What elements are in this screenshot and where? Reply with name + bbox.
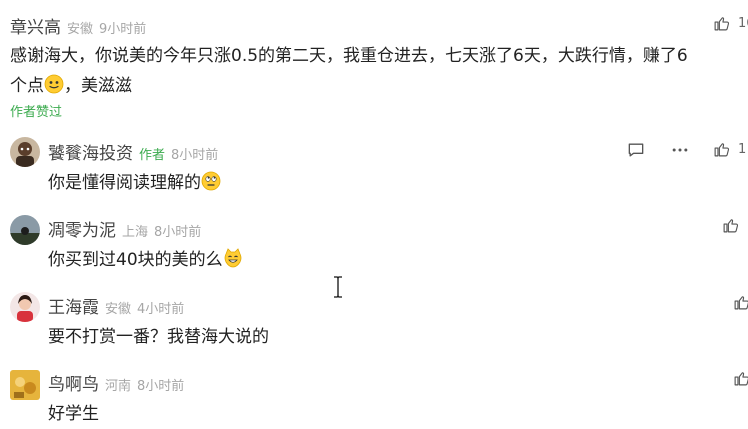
reply-like-button[interactable]: 1 bbox=[713, 141, 746, 158]
main-comment-text-part-a: 个点 bbox=[10, 76, 44, 96]
main-comment-username[interactable]: 章兴高 bbox=[10, 13, 61, 38]
reply-header: 王海霞 安徽 4小时前 bbox=[48, 293, 184, 318]
main-comment-text-part-b: ，美滋滋 bbox=[64, 76, 132, 96]
reply-text: 要不打赏一番？我替海大说的 bbox=[48, 327, 269, 347]
main-comment-text-line1: 感谢海大，你说美的今年只涨0.5的第二天，我重仓进去，七天涨了6天，大跌行情，赚… bbox=[10, 46, 688, 66]
reply-like-button[interactable] bbox=[733, 370, 748, 387]
reply-location: 上海 bbox=[122, 225, 149, 240]
avatar[interactable] bbox=[10, 137, 40, 167]
avatar-image-icon bbox=[10, 370, 40, 400]
reply-location: 河南 bbox=[105, 379, 132, 394]
avatar-image-icon bbox=[10, 215, 40, 245]
reply-username[interactable]: 饕餮海投资 bbox=[48, 139, 133, 164]
reply-like-button[interactable] bbox=[733, 294, 748, 311]
main-comment-text-line2: 个点 ，美滋滋 bbox=[10, 71, 748, 101]
avatar[interactable] bbox=[10, 292, 40, 322]
author-liked-tag: 作者赞过 bbox=[10, 105, 63, 120]
text-cursor-icon bbox=[334, 276, 342, 298]
main-comment-text: 感谢海大，你说美的今年只涨0.5的第二天，我重仓进去，七天涨了6天，大跌行情，赚… bbox=[10, 41, 748, 101]
cat-smile-emoji-icon bbox=[224, 248, 242, 268]
more-dots-icon[interactable] bbox=[670, 140, 690, 160]
reply-header: 凋零为泥 上海 8小时前 bbox=[48, 216, 201, 241]
thumbs-up-icon bbox=[714, 143, 730, 157]
reply-header: 饕餮海投资 作者 8小时前 bbox=[48, 139, 218, 164]
reply-like-button[interactable] bbox=[722, 217, 739, 234]
thumbs-up-icon bbox=[714, 17, 730, 31]
reply-text-content: 你是懂得阅读理解的 bbox=[48, 173, 201, 193]
rolling-eyes-emoji-icon bbox=[201, 171, 221, 191]
reply-like-count: 1 bbox=[738, 142, 747, 157]
smile-emoji-icon bbox=[44, 74, 64, 94]
avatar-image-icon bbox=[10, 137, 40, 167]
reply-text: 你是懂得阅读理解的 bbox=[48, 168, 221, 193]
reply-text-content: 你买到过40块的美的么 bbox=[48, 250, 223, 270]
reply-location: 安徽 bbox=[105, 302, 132, 317]
main-comment-like-button[interactable]: 16 bbox=[713, 15, 748, 32]
reply-time: 8小时前 bbox=[171, 148, 219, 163]
main-comment-time: 9小时前 bbox=[99, 22, 147, 37]
reply-username[interactable]: 凋零为泥 bbox=[48, 216, 116, 241]
reply-time: 8小时前 bbox=[154, 225, 202, 240]
reply-username[interactable]: 王海霞 bbox=[48, 293, 99, 318]
main-comment-header: 章兴高 安徽 9小时前 bbox=[10, 13, 146, 38]
avatar[interactable] bbox=[10, 215, 40, 245]
main-comment-like-count: 16 bbox=[738, 16, 748, 31]
avatar-image-icon bbox=[10, 292, 40, 322]
thumbs-up-icon bbox=[723, 219, 739, 233]
comment-bubble-icon[interactable] bbox=[626, 140, 646, 160]
reply-text: 你买到过40块的美的么 bbox=[48, 245, 243, 270]
reply-time: 8小时前 bbox=[137, 379, 185, 394]
reply-time: 4小时前 bbox=[137, 302, 185, 317]
reply-text: 好学生 bbox=[48, 404, 99, 424]
main-comment-location: 安徽 bbox=[67, 22, 94, 37]
reply-header: 鸟啊鸟 河南 8小时前 bbox=[48, 370, 184, 395]
thumbs-up-icon bbox=[734, 372, 748, 386]
thumbs-up-icon bbox=[734, 296, 748, 310]
reply-username[interactable]: 鸟啊鸟 bbox=[48, 370, 99, 395]
author-tag: 作者 bbox=[139, 148, 166, 163]
avatar[interactable] bbox=[10, 370, 40, 400]
